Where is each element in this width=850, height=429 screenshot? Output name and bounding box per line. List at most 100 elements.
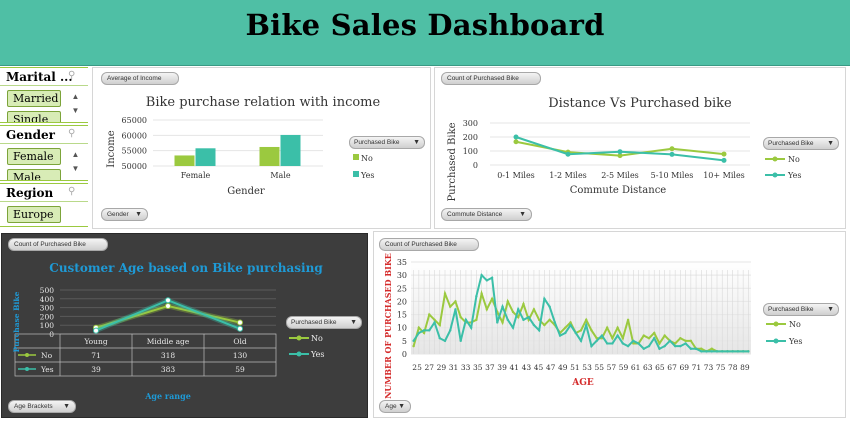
slicer-item-male[interactable]: Male [7,169,61,180]
point-no [428,313,431,316]
slicer-scrollbar[interactable]: ▲ ▼ [69,90,82,122]
legend-swatch-no [353,154,359,160]
axis-field-label: Age Brackets [14,403,53,410]
point-no [438,323,441,327]
dropdown-arrow-icon: ▼ [413,139,420,146]
y-tick-label: 100 [40,321,55,330]
x-tick-label: 2-5 Miles [601,171,639,180]
legend-field-label: Purchased Bike [768,306,814,313]
x-axis-title: Age range [144,391,191,401]
point-no [747,350,750,353]
point-no [721,151,727,157]
point-yes [684,342,687,345]
x-tick-label: 47 [546,363,556,372]
slicer-item-single[interactable]: Single [7,111,61,122]
table-series-label: Yes [40,365,54,374]
x-tick-label: 10+ Miles [703,171,745,180]
legend-field-button[interactable]: Purchased Bike ▼ [349,136,425,149]
table-value: 130 [233,351,248,360]
legend-field-label: Purchased Bike [354,139,400,146]
point-no [715,350,719,353]
point-no [658,342,661,345]
value-field-button[interactable]: Count of Purchased Bike [379,238,479,251]
point-yes [658,347,661,350]
y-tick-label: 65000 [122,116,147,125]
point-no [647,337,651,340]
y-tick-label: 300 [463,119,478,128]
point-no [480,292,483,295]
legend-field-button[interactable]: Purchased Bike ▼ [763,303,839,316]
axis-field-button[interactable]: Gender ▼ [101,208,148,221]
clear-filter-icon[interactable]: ⚲ [68,71,80,81]
x-tick-label: 63 [643,363,653,372]
point-no [496,310,499,314]
point-no [501,321,504,324]
legend-label-no: No [788,155,800,164]
y-tick-label: 60000 [122,131,147,140]
y-tick-label: 0 [49,330,54,339]
x-tick-label: 57 [607,363,617,372]
dropdown-arrow-icon: ▼ [63,403,70,410]
point-yes [679,344,682,348]
point-yes [543,297,546,300]
axis-field-button[interactable]: Age Brackets ▼ [8,400,76,413]
point-yes [417,331,421,335]
slicer-marital: Marital ... ⚲ Married Single ▲ ▼ [0,67,88,123]
legend-marker-no [773,321,779,327]
bar-no-female [174,155,195,166]
point-yes [469,326,473,329]
point-no [642,334,645,337]
point-no [694,347,698,350]
y-axis-title: Purchased Bike [447,122,458,201]
slicer-item-married[interactable]: Married [7,90,61,107]
x-tick-label: 0-1 Miles [497,171,535,180]
chart-title: Customer Age based on Bike purchasing [49,261,323,275]
value-field-button[interactable]: Count of Purchased Bike [441,72,541,85]
point-no [736,350,740,353]
point-no [616,326,619,329]
clear-filter-icon[interactable]: ⚲ [68,129,80,139]
clear-filter-icon[interactable]: ⚲ [68,187,80,197]
x-tick-label: 31 [449,363,459,372]
y-tick-label: 500 [40,286,55,295]
y-tick-label: 200 [40,312,55,321]
point-no [705,350,708,353]
y-tick-label: 20 [397,297,407,306]
x-tick-label: 1-2 Miles [549,171,587,180]
point-no [731,350,734,353]
axis-field-button[interactable]: Commute Distance ▼ [441,208,532,221]
y-tick-label: 300 [40,304,55,313]
legend-label-yes: Yes [360,171,374,180]
y-tick-label: 0 [473,161,478,170]
point-no [741,350,745,353]
x-tick-label: 41 [509,363,519,372]
point-no [569,321,572,324]
axis-field-label: Gender [107,211,129,218]
age-chart: 0510152025303525 27 29 31 33 35 37 39 41 43 45 47 49… [383,253,802,399]
value-field-button[interactable]: Average of Income [101,72,179,85]
point-yes [93,327,99,334]
y-tick-label: 30 [397,271,407,280]
point-yes [585,323,588,327]
slicer-item-europe[interactable]: Europe [7,206,61,223]
point-no [600,337,604,340]
slicer-scrollbar[interactable]: ▲ ▼ [69,148,82,180]
y-axis-title: Income [106,130,117,167]
point-yes [611,342,614,345]
point-no [579,329,583,332]
slicer-item-female[interactable]: Female [7,148,61,165]
table-series-label: No [41,351,53,360]
legend-field-button[interactable]: Purchased Bike ▼ [763,137,839,150]
value-field-button[interactable]: Count of Purchased Bike [8,238,108,251]
point-yes [653,337,656,340]
axis-field-button[interactable]: Age ▼ [379,400,411,413]
point-yes [700,350,703,353]
point-yes [428,329,431,332]
point-yes [721,157,727,163]
x-tick-label: 69 [679,363,689,372]
dropdown-arrow-icon: ▼ [398,403,405,410]
point-yes [715,350,719,353]
series-glow-yes [95,297,241,333]
legend-field-button[interactable]: Purchased Bike ▼ [286,316,362,329]
point-no [485,308,489,311]
